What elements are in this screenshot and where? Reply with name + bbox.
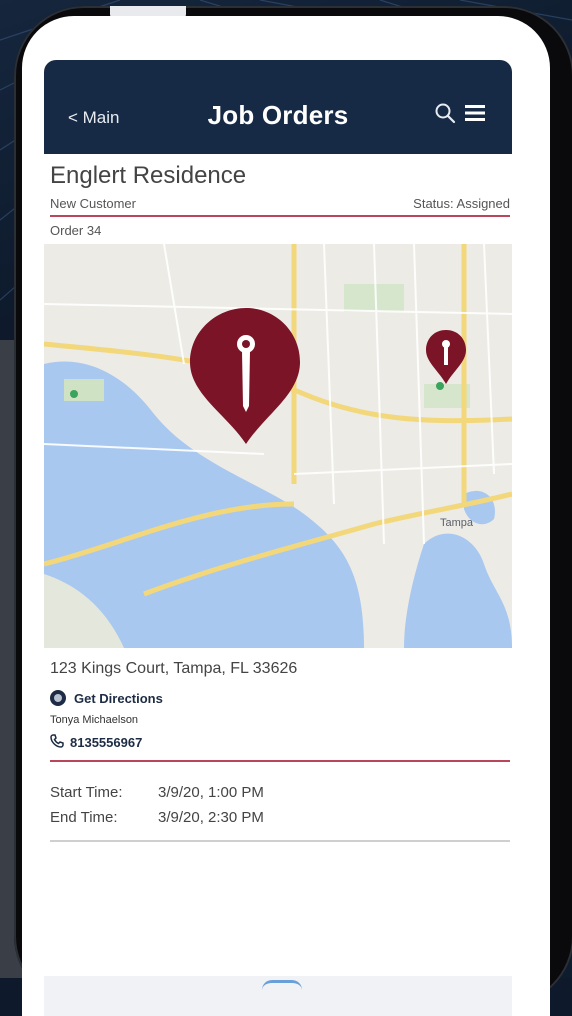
order-number: Order 34	[50, 223, 102, 238]
job-address: 123 Kings Court, Tampa, FL 33626	[50, 660, 298, 677]
end-time-row: End Time: 3/9/20, 2:30 PM	[50, 809, 264, 826]
phone-number: 8135556967	[70, 735, 143, 750]
map-city-label: Tampa	[440, 517, 474, 529]
start-time-value: 3/9/20, 1:00 PM	[158, 784, 264, 801]
divider	[50, 840, 510, 842]
end-time-value: 3/9/20, 2:30 PM	[158, 809, 264, 826]
get-directions-label: Get Directions	[74, 690, 163, 706]
divider	[50, 760, 510, 762]
phone-link[interactable]: 8135556967	[50, 734, 142, 751]
customer-type: New Customer	[50, 196, 136, 211]
tab-bar-indicator	[262, 980, 302, 993]
phone-icon	[50, 734, 64, 751]
hamburger-menu-icon[interactable]	[464, 103, 486, 123]
app-header: < Main Job Orders	[44, 60, 512, 154]
start-time-row: Start Time: 3/9/20, 1:00 PM	[50, 784, 264, 801]
header-actions	[434, 102, 486, 124]
status-badge: Status: Assigned	[413, 196, 510, 211]
customer-name: Englert Residence	[50, 162, 247, 189]
get-directions-link[interactable]: Get Directions	[50, 690, 163, 706]
schedule: Start Time: 3/9/20, 1:00 PM End Time: 3/…	[50, 784, 264, 834]
bottom-tab-bar	[44, 976, 512, 1016]
map-view[interactable]: Tampa	[44, 244, 512, 648]
divider	[50, 215, 510, 217]
app-screen: < Main Job Orders Englert Residence New …	[22, 16, 550, 1016]
contact-name: Tonya Michaelson	[50, 714, 139, 726]
end-time-label: End Time:	[50, 809, 118, 826]
directions-icon	[50, 690, 66, 706]
start-time-label: Start Time:	[50, 784, 123, 801]
search-icon[interactable]	[434, 102, 456, 124]
